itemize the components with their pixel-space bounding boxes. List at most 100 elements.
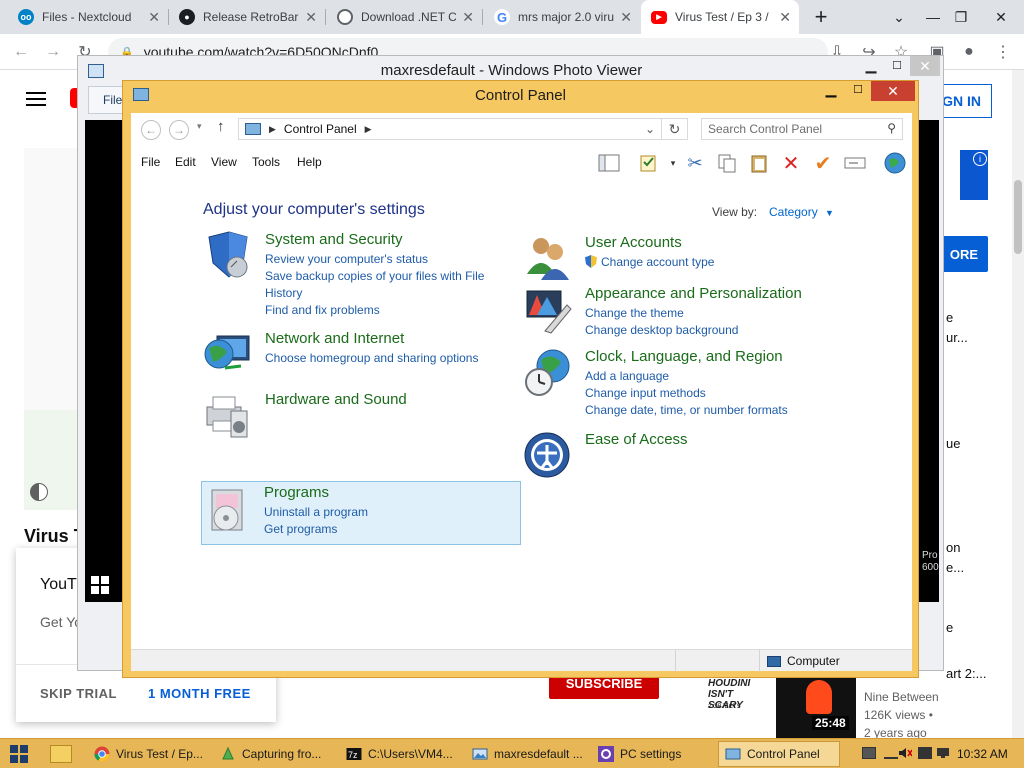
checkmark-icon[interactable]: ✔ — [811, 151, 835, 175]
properties-checklist-icon[interactable] — [637, 151, 661, 175]
tab-google-search[interactable]: G mrs major 2.0 viru ✕ — [484, 0, 640, 34]
taskbar-item-photo-viewer[interactable]: maxresdefault ... — [466, 741, 588, 767]
chevron-down-icon[interactable]: ▼ — [825, 208, 834, 218]
menu-help[interactable]: Help — [297, 155, 322, 169]
info-icon[interactable]: i — [973, 152, 987, 166]
tab-nextcloud[interactable]: oo Files - Nextcloud ✕ — [8, 0, 168, 34]
taskbar-item-pc-settings[interactable]: PC settings — [592, 741, 714, 767]
close-button[interactable]: ✕ — [910, 56, 940, 76]
learn-more-button[interactable]: ORE — [940, 236, 988, 272]
taskbar-item-capture[interactable]: Capturing fro... — [214, 741, 336, 767]
close-button[interactable]: ✕ — [984, 0, 1018, 34]
delete-icon[interactable]: ✕ — [779, 151, 803, 175]
taskbar-item-7zip[interactable]: 7z C:\Users\VM4... — [340, 741, 462, 767]
link-change-date-formats[interactable]: Change date, time, or number formats — [585, 402, 788, 419]
category-title[interactable]: User Accounts — [585, 234, 682, 251]
link-backup-file-history[interactable]: Save backup copies of your files with Fi… — [265, 268, 484, 285]
skip-trial-button[interactable]: SKIP TRIAL — [40, 686, 117, 701]
up-arrow-icon[interactable]: ↑ — [217, 118, 225, 135]
forward-arrow-icon[interactable]: → — [169, 120, 189, 140]
category-title[interactable]: Programs — [264, 484, 329, 501]
link-change-input-methods[interactable]: Change input methods — [585, 385, 788, 402]
start-button[interactable] — [10, 745, 28, 763]
forward-arrow-icon[interactable]: → — [40, 40, 66, 64]
link-backup-file-history-cont[interactable]: History — [265, 285, 484, 302]
search-icon[interactable]: ⚲ — [887, 121, 896, 135]
channel-name[interactable]: Nine Between — [864, 690, 939, 704]
link-homegroup-sharing[interactable]: Choose homegroup and sharing options — [265, 350, 478, 367]
view-by-dropdown[interactable]: Category ▼ — [769, 205, 834, 219]
file-menu[interactable]: File — [88, 86, 124, 114]
recent-pages-chevron-icon[interactable]: ▾ — [197, 121, 202, 132]
tab-youtube[interactable]: ▶ Virus Test / Ep 3 / ✕ — [641, 0, 799, 34]
restore-button[interactable]: ❐ — [944, 0, 978, 34]
volume-muted-icon[interactable] — [898, 747, 913, 759]
breadcrumb[interactable]: Control Panel — [284, 122, 357, 136]
category-network-internet: Network and Internet Choose homegroup an… — [203, 330, 503, 380]
clock[interactable]: 10:32 AM — [957, 747, 1008, 761]
copy-icon[interactable] — [715, 151, 739, 175]
minimize-button[interactable]: ▁ — [858, 57, 884, 77]
menu-view[interactable]: View — [211, 155, 237, 169]
file-explorer-icon[interactable] — [50, 745, 72, 763]
tray-chevron-icon[interactable] — [884, 747, 898, 759]
network-icon[interactable] — [936, 747, 950, 759]
link-find-fix-problems[interactable]: Find and fix problems — [265, 302, 484, 319]
close-icon[interactable]: ✕ — [305, 9, 317, 26]
taskbar-item-chrome[interactable]: Virus Test / Ep... — [88, 741, 208, 767]
category-title[interactable]: System and Security — [265, 231, 403, 248]
month-free-button[interactable]: 1 MONTH FREE — [148, 686, 251, 701]
link-add-language[interactable]: Add a language — [585, 368, 788, 385]
link-change-theme[interactable]: Change the theme — [585, 305, 738, 322]
category-programs[interactable]: Programs Uninstall a program Get program… — [201, 481, 521, 545]
keyboard-icon[interactable] — [862, 747, 876, 759]
action-center-icon[interactable] — [918, 747, 932, 759]
browser-menu-icon[interactable]: ⋮ — [990, 40, 1016, 64]
hamburger-menu-icon[interactable] — [26, 92, 46, 106]
tab-search-chevron-icon[interactable]: ⌄ — [882, 0, 916, 34]
internet-globe-icon[interactable] — [883, 151, 907, 175]
scrollbar-thumb[interactable] — [1014, 180, 1022, 254]
link-change-account-type[interactable]: Change account type — [585, 254, 714, 271]
search-input[interactable]: Search Control Panel ⚲ — [701, 118, 903, 140]
link-get-programs[interactable]: Get programs — [264, 521, 368, 538]
chevron-down-icon[interactable]: ▾ — [661, 151, 685, 175]
category-title[interactable]: Ease of Access — [585, 431, 688, 448]
new-tab-button[interactable]: + — [804, 0, 838, 34]
link-uninstall-program[interactable]: Uninstall a program — [264, 504, 368, 521]
link-change-background[interactable]: Change desktop background — [585, 322, 738, 339]
close-button[interactable]: ✕ — [871, 81, 915, 101]
scrollbar[interactable] — [1012, 70, 1024, 738]
tab-dotnet[interactable]: Download .NET C ✕ — [327, 0, 482, 34]
menu-tools[interactable]: Tools — [252, 155, 280, 169]
category-title[interactable]: Clock, Language, and Region — [585, 348, 783, 365]
panes-icon[interactable] — [597, 151, 621, 175]
menu-file[interactable]: File — [141, 155, 160, 169]
address-bar[interactable]: ▶ Control Panel ▶ ⌄ — [238, 118, 662, 140]
chevron-down-icon[interactable]: ⌄ — [645, 122, 655, 136]
taskbar-item-control-panel[interactable]: Control Panel — [718, 741, 840, 767]
cut-icon[interactable]: ✂ — [683, 151, 707, 175]
category-title[interactable]: Hardware and Sound — [265, 391, 407, 408]
paste-icon[interactable] — [747, 151, 771, 175]
close-icon[interactable]: ✕ — [462, 9, 474, 26]
tab-retrobar[interactable]: ● Release RetroBar ✕ — [169, 0, 325, 34]
refresh-icon[interactable]: ↻ — [662, 118, 688, 140]
back-arrow-icon[interactable]: ← — [8, 40, 34, 64]
maximize-button[interactable]: ☐ — [884, 57, 910, 77]
menu-edit[interactable]: Edit — [175, 155, 196, 169]
link-review-status[interactable]: Review your computer's status — [265, 251, 484, 268]
rename-icon[interactable] — [843, 151, 867, 175]
minimize-button[interactable]: ▁ — [817, 81, 845, 101]
back-arrow-icon[interactable]: ← — [141, 120, 161, 140]
close-icon[interactable]: ✕ — [620, 9, 632, 26]
category-title[interactable]: Appearance and Personalization — [585, 285, 802, 302]
close-icon[interactable]: ✕ — [779, 9, 791, 26]
profile-avatar-icon[interactable]: ● — [956, 40, 982, 64]
category-title[interactable]: Network and Internet — [265, 330, 404, 347]
close-icon[interactable]: ✕ — [148, 9, 160, 26]
title-bar[interactable]: Control Panel ▁ ☐ ✕ — [123, 81, 918, 107]
maximize-button[interactable]: ☐ — [845, 81, 871, 101]
breadcrumb-chevron-icon[interactable]: ▶ — [269, 124, 276, 135]
breadcrumb-chevron-icon[interactable]: ▶ — [365, 124, 372, 135]
